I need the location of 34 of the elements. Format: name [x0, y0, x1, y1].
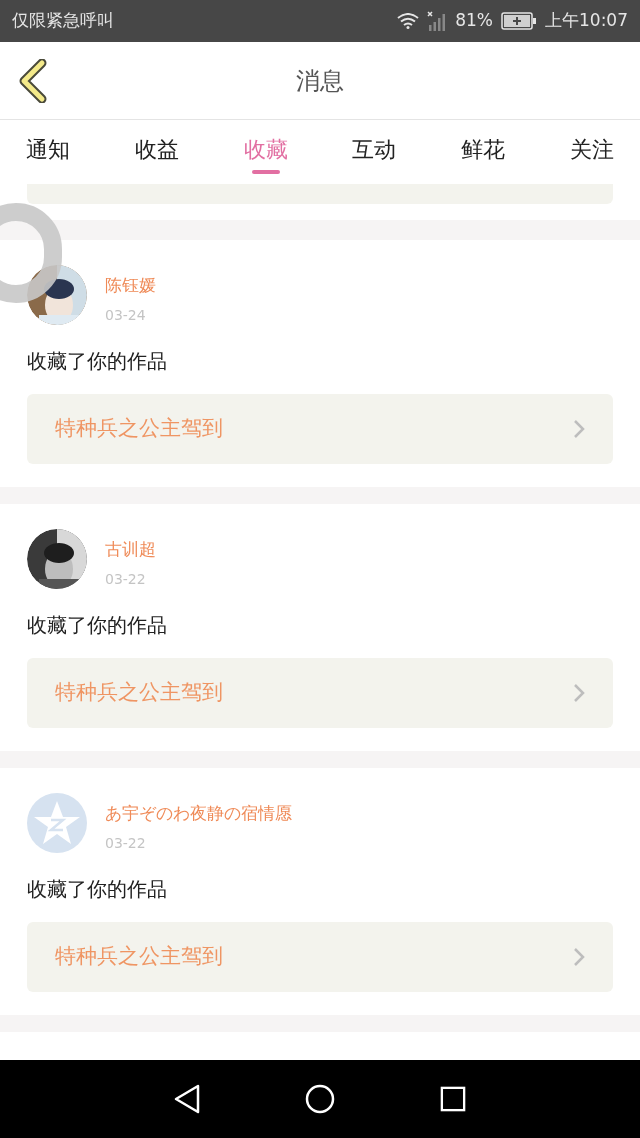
message-text: 收藏了你的作品	[27, 611, 168, 639]
work-link[interactable]: 特种兵之公主驾到	[27, 657, 613, 728]
tab[interactable]: 收益	[134, 120, 179, 178]
battery-percent: 81%	[455, 9, 493, 33]
circle-home-icon	[305, 1084, 335, 1114]
battery-icon	[501, 12, 537, 30]
message-date: 03-22	[105, 569, 147, 589]
user-name[interactable]: あ宇ぞのわ夜静の宿情愿	[105, 801, 292, 827]
user-name[interactable]: 陈钰媛	[105, 273, 156, 299]
message-date: 03-24	[105, 305, 147, 325]
tab[interactable]: 互动	[352, 120, 397, 178]
work-link[interactable]: 特种兵之公主驾到	[27, 921, 613, 992]
back-icon	[18, 58, 48, 103]
wifi-icon	[397, 13, 420, 29]
chevron-right-icon	[573, 946, 585, 967]
work-link[interactable]: 特种兵之公主驾到	[27, 393, 613, 464]
square-recents-icon	[440, 1086, 467, 1112]
user-name[interactable]: 古训超	[105, 537, 156, 563]
tab[interactable]: 鲜花	[461, 120, 506, 178]
carrier-text: 仅限紧急呼叫	[12, 9, 114, 33]
clock-text: 上午10:07	[545, 9, 628, 33]
chevron-right-icon	[573, 418, 585, 439]
chevron-right-icon	[573, 682, 585, 703]
page-title: 消息	[296, 65, 344, 97]
tab[interactable]: 关注	[570, 120, 614, 178]
tab[interactable]: 收藏	[243, 120, 288, 178]
triangle-back-icon	[173, 1084, 200, 1114]
star-avatar-icon	[27, 793, 87, 853]
message-text: 收藏了你的作品	[27, 347, 168, 375]
message-date: 03-22	[105, 833, 147, 853]
message-text: 收藏了你的作品	[27, 875, 168, 903]
tab[interactable]: 通知	[26, 120, 70, 178]
signal-icon	[427, 11, 448, 31]
tab-indicator	[251, 170, 280, 174]
